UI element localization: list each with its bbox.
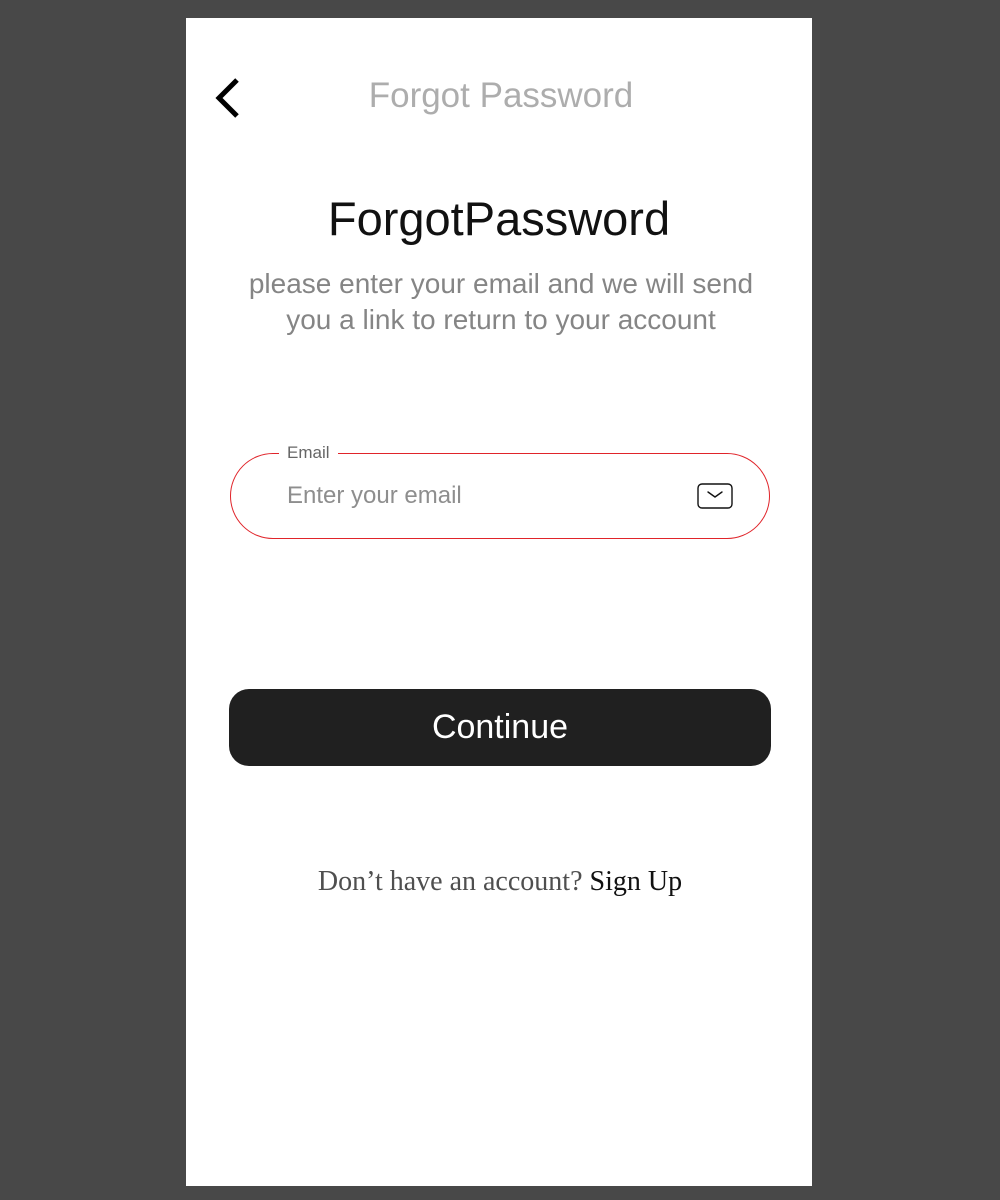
- email-field-label: Email: [279, 442, 338, 464]
- signup-row: Don’t have an account? Sign Up: [186, 864, 814, 900]
- signup-prompt: Don’t have an account?: [317, 866, 590, 897]
- continue-button[interactable]: Continue: [229, 689, 771, 766]
- instructions-line-1: please enter your email and we will send: [248, 268, 754, 299]
- instructions-line-2: you a link to return to your account: [286, 304, 716, 335]
- email-field-container: Email: [230, 442, 770, 539]
- email-input[interactable]: [287, 474, 677, 518]
- envelope-icon: [697, 483, 733, 509]
- forgot-password-screen: Forgot Password ForgotPassword please en…: [186, 18, 812, 1186]
- header-title: Forgot Password: [368, 76, 634, 115]
- page-title: ForgotPassword: [327, 192, 671, 245]
- instructions-text: please enter your email and we will send…: [226, 266, 776, 338]
- sign-up-link[interactable]: Sign Up: [590, 866, 683, 897]
